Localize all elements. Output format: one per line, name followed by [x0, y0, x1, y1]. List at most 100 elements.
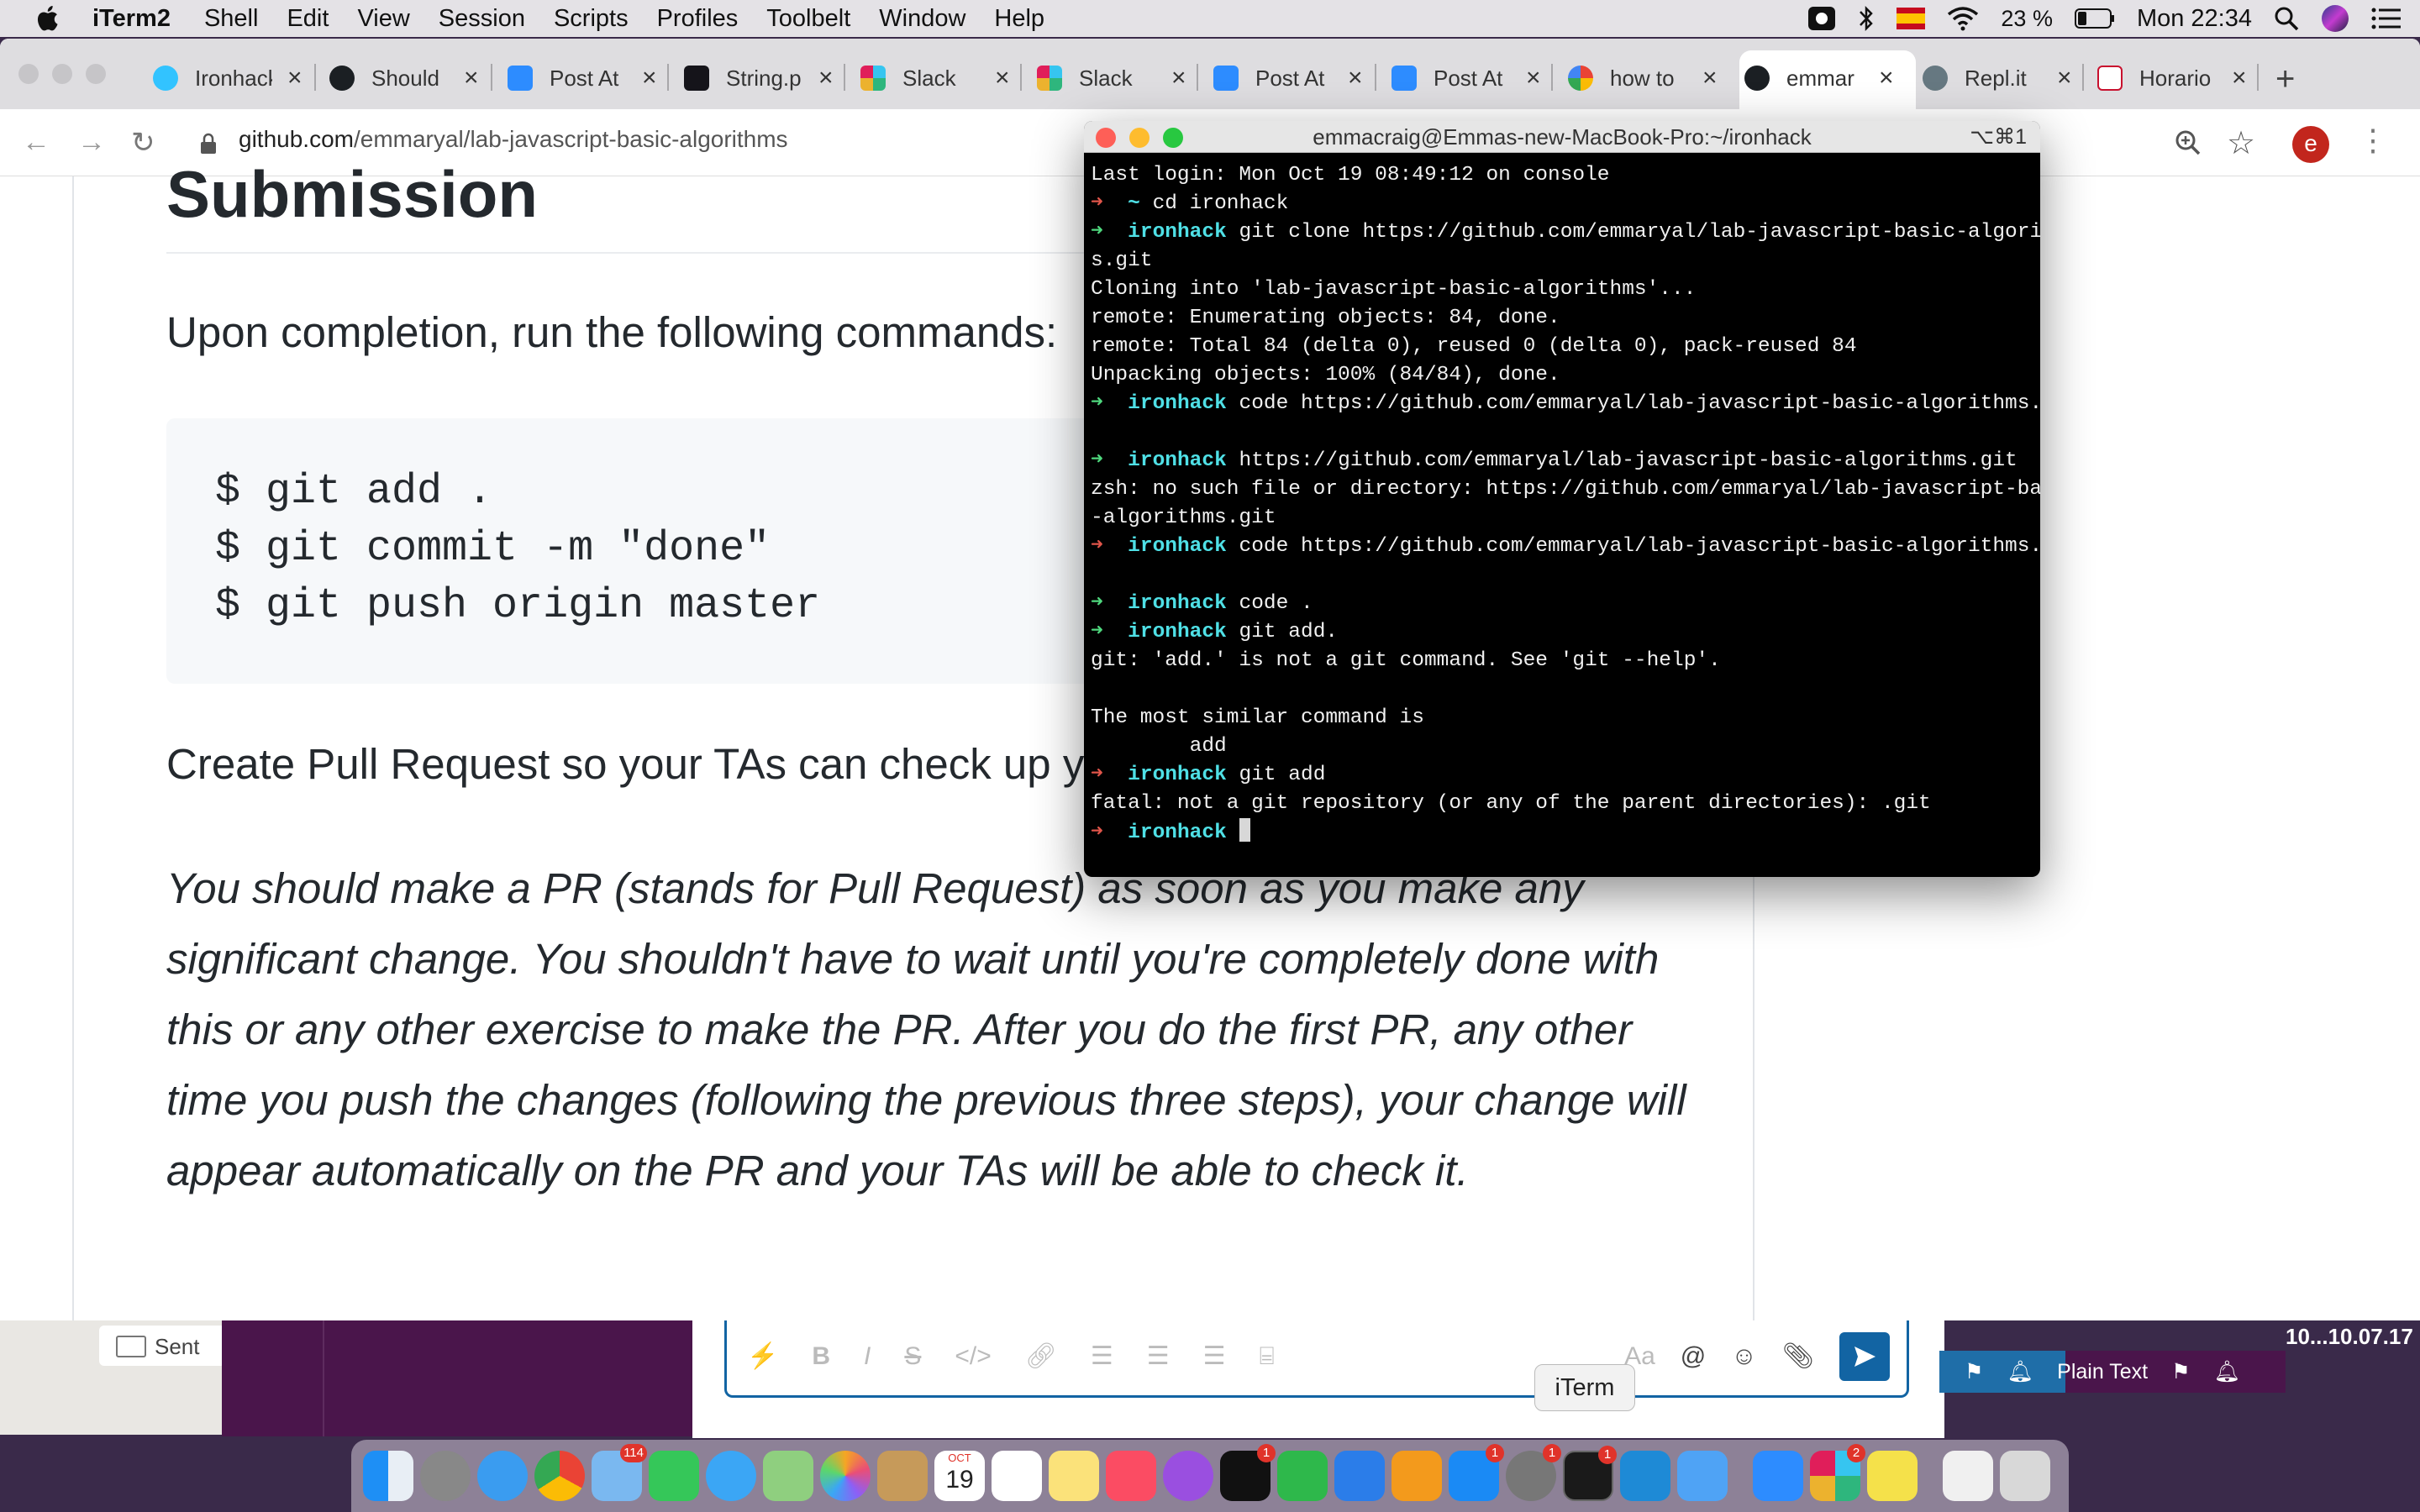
mention-icon[interactable]: @	[1681, 1342, 1706, 1371]
iterm-icon[interactable]: 1	[1563, 1446, 1617, 1501]
notes-icon[interactable]	[1049, 1451, 1099, 1501]
menu-window[interactable]: Window	[879, 5, 965, 33]
documents-folder-icon[interactable]	[1943, 1451, 1993, 1501]
tab-horario[interactable]: Horario ×	[2097, 59, 2247, 97]
tab-close-icon[interactable]: ×	[1348, 64, 1363, 92]
lock-icon[interactable]	[200, 133, 217, 155]
menubar-clock[interactable]: Mon 22:34	[2137, 5, 2252, 33]
launchpad-icon[interactable]	[420, 1451, 471, 1501]
reminders-icon[interactable]	[992, 1451, 1042, 1501]
chrome-icon[interactable]	[534, 1451, 585, 1501]
menu-view[interactable]: View	[357, 5, 409, 33]
menu-scripts[interactable]: Scripts	[554, 5, 629, 33]
terminal-output[interactable]: Last login: Mon Oct 19 08:49:12 on conso…	[1091, 161, 2040, 847]
tab-ironhack[interactable]: Ironhack ×	[153, 59, 302, 97]
screen-record-icon[interactable]	[1807, 6, 1836, 31]
terminal-titlebar[interactable]: emmacraig@Emmas-new-MacBook-Pro:~/ironha…	[1084, 121, 2040, 153]
tab-close-icon[interactable]: ×	[2057, 64, 2072, 92]
code-block-icon[interactable]: ⌸	[1260, 1342, 1275, 1371]
bookmark-star-icon[interactable]: ☆	[2227, 124, 2255, 162]
italic-format-icon[interactable]: I	[864, 1342, 871, 1371]
tab-replit[interactable]: Repl.it ×	[1923, 59, 2072, 97]
tab-close-icon[interactable]: ×	[1702, 64, 1718, 92]
pages-icon[interactable]	[1392, 1451, 1442, 1501]
ordered-list-icon[interactable]: ☰	[1091, 1341, 1113, 1371]
tab-post-at-3[interactable]: Post At ×	[1392, 59, 1541, 97]
tab-close-icon[interactable]: ×	[995, 64, 1010, 92]
strikethrough-format-icon[interactable]: S	[904, 1342, 921, 1371]
bell-icon[interactable]: 🔔︎	[2007, 1360, 2033, 1384]
tab-close-icon[interactable]: ×	[642, 64, 657, 92]
bulleted-list-icon[interactable]: ☰	[1147, 1341, 1170, 1371]
tab-close-icon[interactable]: ×	[464, 64, 479, 92]
appstore-icon[interactable]: 1	[1449, 1444, 1504, 1501]
podcasts-icon[interactable]	[1163, 1451, 1213, 1501]
tab-close-icon[interactable]: ×	[1879, 64, 1894, 92]
menu-help[interactable]: Help	[994, 5, 1044, 33]
finder-icon[interactable]	[363, 1451, 413, 1501]
tab-emmar-active[interactable]: emmar ×	[1744, 59, 1894, 97]
terminal-minimize-button[interactable]	[1129, 128, 1150, 148]
messages-icon[interactable]	[706, 1451, 756, 1501]
tab-should[interactable]: Should ×	[329, 59, 479, 97]
menu-session[interactable]: Session	[439, 5, 525, 33]
photos-icon[interactable]	[820, 1451, 871, 1501]
slack-app-icon[interactable]: 2	[1810, 1444, 1865, 1501]
preview-icon[interactable]	[1867, 1451, 1918, 1501]
xcode-icon[interactable]	[1677, 1451, 1728, 1501]
new-tab-plus-icon[interactable]: +	[2275, 60, 2295, 98]
reload-icon[interactable]: ↻	[131, 126, 155, 160]
back-arrow-icon[interactable]: ←	[22, 126, 50, 159]
review-icon-2[interactable]: ⚑	[2171, 1359, 2190, 1384]
send-message-button[interactable]	[1839, 1331, 1890, 1381]
contacts-icon[interactable]	[877, 1451, 928, 1501]
tab-how-to[interactable]: how to ×	[1568, 59, 1718, 97]
vscode-icon[interactable]	[1620, 1451, 1670, 1501]
calendar-icon[interactable]: OCT 19	[934, 1451, 985, 1501]
link-format-icon[interactable]: 🔗︎	[1025, 1341, 1057, 1371]
wifi-icon[interactable]	[1947, 6, 1979, 31]
terminal-close-button[interactable]	[1096, 128, 1116, 148]
address-bar[interactable]: github.com/emmaryal/lab-javascript-basic…	[239, 126, 788, 153]
blockquote-icon[interactable]: ☰	[1203, 1341, 1226, 1371]
tab-close-icon[interactable]: ×	[287, 64, 302, 92]
mail-sidebar-item-sent[interactable]: Sent	[99, 1326, 225, 1366]
menu-shell[interactable]: Shell	[204, 5, 259, 33]
trash-icon[interactable]	[2000, 1451, 2050, 1501]
slack-message-composer[interactable]: ⚡ B I S </> 🔗︎ ☰ ☰ ☰ ⌸ Aa @ ☺ 📎︎	[724, 1317, 1909, 1398]
bell-icon-2[interactable]: 🔔︎	[2214, 1360, 2241, 1384]
spanish-flag-icon[interactable]	[1897, 8, 1926, 29]
code-format-icon[interactable]: </>	[955, 1342, 991, 1371]
shortcuts-lightning-icon[interactable]: ⚡	[747, 1341, 778, 1371]
terminal-zoom-button[interactable]	[1163, 128, 1183, 148]
tab-string[interactable]: String.p ×	[684, 59, 834, 97]
window-zoom-button[interactable]	[86, 64, 106, 84]
maps-icon[interactable]	[763, 1451, 813, 1501]
menu-app-name[interactable]: iTerm2	[92, 5, 171, 33]
zoom-magnifier-icon[interactable]	[2175, 129, 2202, 156]
music-icon[interactable]	[1106, 1451, 1156, 1501]
menu-profiles[interactable]: Profiles	[657, 5, 739, 33]
emoji-icon[interactable]: ☺	[1731, 1342, 1757, 1371]
review-icon[interactable]: ⚑	[1965, 1359, 1983, 1384]
window-close-button[interactable]	[18, 64, 39, 84]
zoom-app-icon[interactable]	[1753, 1451, 1803, 1501]
system-preferences-icon[interactable]: 1	[1506, 1444, 1561, 1501]
menu-toolbelt[interactable]: Toolbelt	[766, 5, 850, 33]
facetime-icon[interactable]	[649, 1451, 699, 1501]
tab-slack-1[interactable]: Slack ×	[860, 59, 1010, 97]
numbers-icon[interactable]	[1277, 1451, 1328, 1501]
window-minimize-button[interactable]	[52, 64, 72, 84]
profile-avatar[interactable]: e	[2292, 126, 2329, 163]
iterm-window[interactable]: emmacraig@Emmas-new-MacBook-Pro:~/ironha…	[1084, 121, 2040, 877]
bold-format-icon[interactable]: B	[812, 1342, 830, 1371]
attachment-icon[interactable]: 📎︎	[1782, 1341, 1814, 1371]
mail-icon[interactable]: 114	[592, 1444, 647, 1501]
keynote-icon[interactable]	[1334, 1451, 1385, 1501]
plain-text-label[interactable]: Plain Text	[2057, 1360, 2148, 1384]
siri-icon[interactable]	[2321, 4, 2349, 33]
battery-icon[interactable]	[2074, 8, 2115, 29]
menu-edit[interactable]: Edit	[287, 5, 329, 33]
appletv-icon[interactable]: 1	[1220, 1444, 1276, 1501]
chrome-menu-icon[interactable]: ⋮	[2358, 123, 2388, 158]
